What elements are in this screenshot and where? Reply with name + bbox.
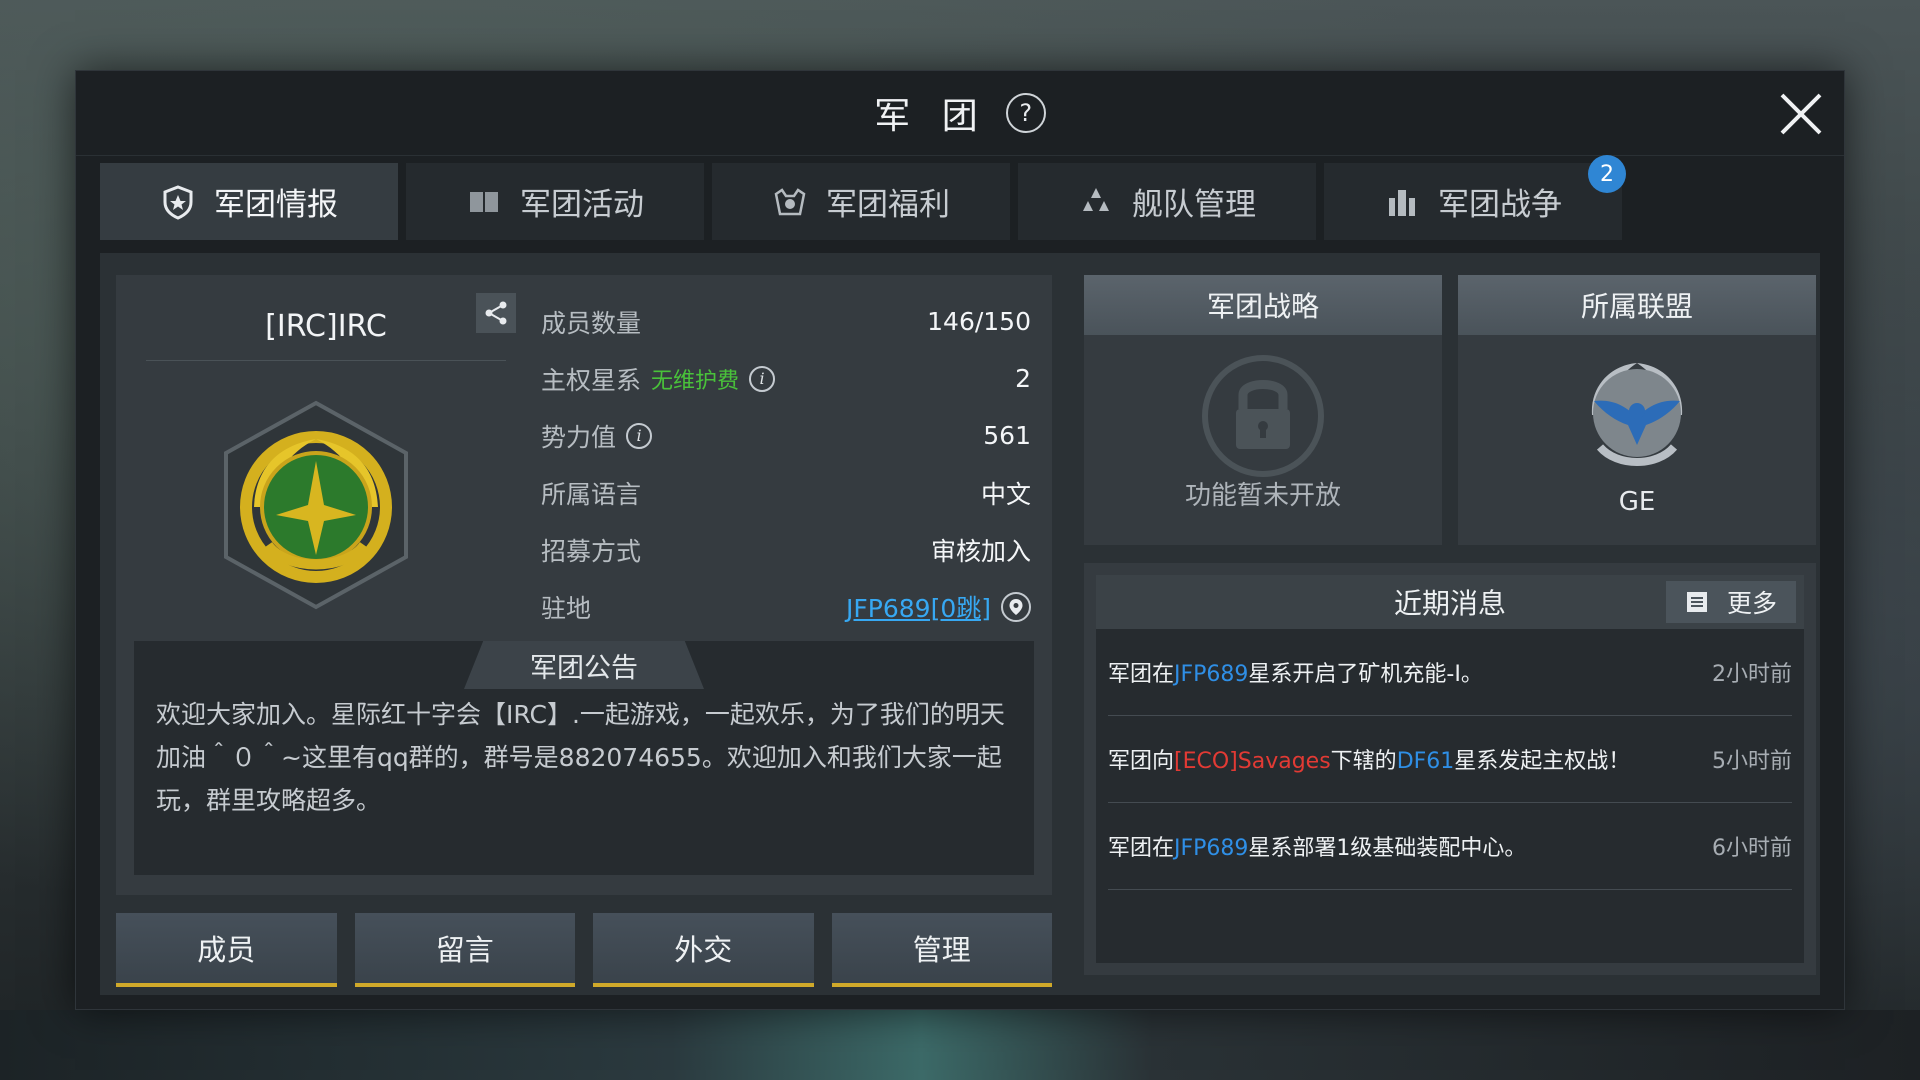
alliance-title: 所属联盟 [1458, 275, 1816, 335]
news-item: 军团在JFP689星系部署1级基础装配中心。 6小时前 [1108, 803, 1792, 890]
more-button[interactable]: 更多 [1666, 581, 1796, 623]
stat-value: 审核加入 [930, 536, 1031, 566]
stat-label: 势力值 [541, 422, 617, 452]
stat-label: 招募方式 [541, 536, 642, 566]
news-text: 军团在JFP689星系开启了矿机充能-I。 [1108, 662, 1483, 687]
alliance-card[interactable]: 所属联盟 GE [1458, 275, 1816, 545]
war-icon [1389, 189, 1415, 216]
news-time: 6小时前 [1712, 836, 1792, 861]
stat-label: 驻地 [541, 593, 592, 623]
enemy-legion-name[interactable]: [ECO]Savages [1174, 749, 1331, 774]
help-button[interactable]: ? [1005, 93, 1046, 133]
fleet-icon [1083, 187, 1109, 211]
legion-info-panel: [IRC]IRC 成员数量 146/150 主权星系 无维护费 i 2 势力值 … [116, 275, 1052, 895]
legion-name-row: [IRC]IRC [146, 293, 506, 361]
news-header: 近期消息 更多 [1096, 575, 1804, 629]
recent-news-panel: 近期消息 更多 军团在JFP689星系开启了矿机充能-I。 2小时前 军团向[E… [1084, 563, 1816, 975]
tab-legion-info[interactable]: 军团情报 [100, 163, 398, 240]
stat-label-wrap: 势力值 i [541, 418, 653, 454]
tab-legion-activity[interactable]: 军团活动 [406, 163, 704, 240]
no-upkeep-note: 无维护费 [651, 368, 740, 394]
news-text: 军团在JFP689星系部署1级基础装配中心。 [1108, 836, 1527, 861]
tab-fleet-management[interactable]: 舰队管理 [1018, 163, 1316, 240]
station-link[interactable]: JFP689[0跳] [846, 589, 991, 625]
strategy-card[interactable]: 军团战略 功能暂未开放 [1084, 275, 1442, 545]
stat-label: 主权星系 [541, 365, 642, 395]
tab-label: 军团活动 [520, 187, 644, 223]
close-icon[interactable] [1776, 89, 1826, 139]
news-item: 军团向[ECO]Savages下辖的DF61星系发起主权战！ 5小时前 [1108, 716, 1792, 803]
notification-badge: 2 [1588, 155, 1626, 193]
info-icon[interactable]: i [749, 365, 776, 392]
stat-value: 146/150 [927, 307, 1031, 336]
tab-label: 舰队管理 [1132, 187, 1256, 223]
stat-value: 2 [1015, 364, 1031, 393]
tab-label: 军团战争 [1438, 187, 1562, 223]
news-text: 军团向[ECO]Savages下辖的DF61星系发起主权战！ [1108, 749, 1631, 774]
title-bar: 军 团 ? [76, 71, 1844, 156]
laurel-emblem-icon [224, 400, 408, 610]
news-item: 军团在JFP689星系开启了矿机充能-I。 2小时前 [1108, 629, 1792, 716]
background-strip [0, 1010, 1920, 1080]
tab-legion-welfare[interactable]: 军团福利 [712, 163, 1010, 240]
messages-button[interactable]: 留言 [354, 913, 575, 987]
share-button[interactable] [476, 293, 516, 333]
legion-dialog: 军 团 ? 军团情报 军团活动 军团福利 舰队管理 军团战争 2 [IRC]IR… [75, 70, 1845, 1010]
info-icon[interactable]: i [626, 422, 653, 449]
members-button[interactable]: 成员 [116, 913, 337, 987]
tab-bar: 军团情报 军团活动 军团福利 舰队管理 军团战争 2 [76, 155, 1844, 246]
tab-label: 军团情报 [214, 187, 338, 223]
notice-title: 军团公告 [464, 641, 704, 689]
gift-icon [774, 187, 806, 215]
system-name[interactable]: DF61 [1397, 749, 1455, 774]
share-icon [485, 301, 507, 325]
legion-stats: 成员数量 146/150 主权星系 无维护费 i 2 势力值 i 561 所属语… [541, 293, 1031, 635]
tab-legion-war[interactable]: 军团战争 2 [1324, 155, 1626, 240]
content-area: [IRC]IRC 成员数量 146/150 主权星系 无维护费 i 2 势力值 … [100, 253, 1820, 995]
eagle-emblem-icon [1591, 363, 1683, 466]
diplomacy-button[interactable]: 外交 [593, 913, 814, 987]
strategy-title: 军团战略 [1084, 275, 1442, 335]
alliance-body: GE [1458, 335, 1816, 545]
stat-row-station: 驻地 JFP689[0跳] [541, 578, 1031, 635]
legion-name: [IRC]IRC [265, 309, 387, 344]
strategy-body: 功能暂未开放 [1084, 335, 1442, 545]
list-icon [1686, 592, 1707, 612]
manage-button[interactable]: 管理 [831, 913, 1052, 987]
shield-icon [163, 184, 193, 220]
stat-value: 中文 [980, 479, 1031, 509]
stat-row-language: 所属语言 中文 [541, 464, 1031, 521]
stat-label: 所属语言 [541, 479, 642, 509]
book-icon [470, 191, 498, 212]
legion-emblem [216, 395, 416, 615]
news-title: 近期消息 [1393, 587, 1506, 620]
stat-row-sovereignty: 主权星系 无维护费 i 2 [541, 350, 1031, 407]
stat-row-members: 成员数量 146/150 [541, 293, 1031, 350]
news-time: 5小时前 [1712, 749, 1792, 774]
location-pin-icon[interactable] [1001, 591, 1031, 622]
legion-notice: 军团公告 欢迎大家加入。星际红十字会【IRC】.一起游戏，一起欢乐，为了我们的明… [134, 641, 1034, 875]
tab-label: 军团福利 [826, 187, 950, 223]
stat-value: 561 [983, 421, 1031, 450]
notice-text: 欢迎大家加入。星际红十字会【IRC】.一起游戏，一起欢乐，为了我们的明天加油＾０… [156, 700, 1005, 815]
station-value-wrap: JFP689[0跳] [846, 589, 1031, 625]
system-name[interactable]: JFP689 [1174, 836, 1248, 861]
stat-row-power: 势力值 i 561 [541, 407, 1031, 464]
stat-row-recruitment: 招募方式 审核加入 [541, 521, 1031, 578]
system-name[interactable]: JFP689 [1174, 662, 1248, 687]
action-buttons: 成员 留言 外交 管理 [116, 913, 1052, 987]
stat-label-wrap: 主权星系 无维护费 i [541, 361, 776, 397]
lock-icon [1202, 355, 1324, 477]
locked-text: 功能暂未开放 [1184, 481, 1341, 511]
stat-label: 成员数量 [541, 308, 642, 338]
dialog-title: 军 团 [874, 96, 988, 137]
alliance-name: GE [1618, 487, 1656, 517]
news-time: 2小时前 [1712, 662, 1792, 687]
more-label: 更多 [1726, 589, 1777, 618]
